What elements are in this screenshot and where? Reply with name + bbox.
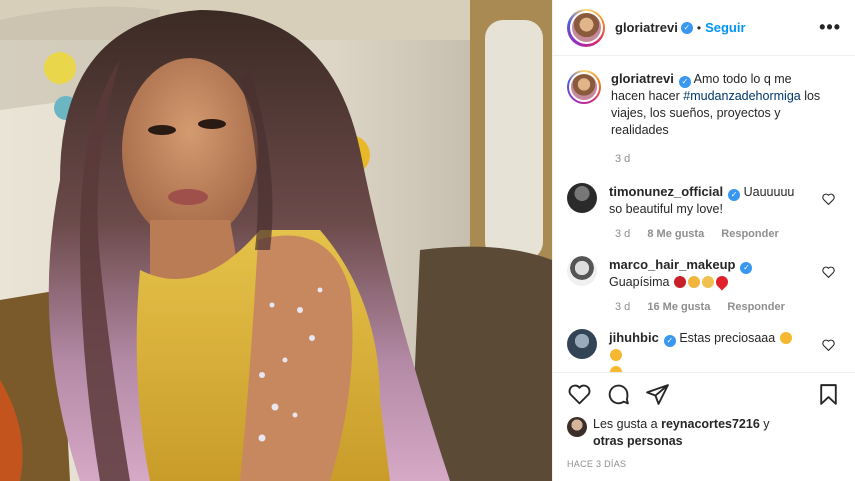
verified-badge-icon: ✓ [663,335,676,347]
separator-dot: • [696,20,702,35]
commenter-avatar[interactable] [567,329,597,359]
likes-conjunction: y [759,417,770,431]
comments-section: gloriatrevi ✓ Amo todo lo q me hacen hace… [553,56,855,372]
likes-prefix: Les gusta a [593,417,662,431]
author-avatar[interactable] [567,8,605,47]
verified-badge-icon: ✓ [728,189,741,201]
clap-emoji-icon [687,276,700,288]
comment-meta: 3 d 8 Me gusta Responder [615,228,839,240]
like-heart-icon[interactable] [567,382,592,407]
comment-bubble-icon[interactable] [606,382,631,407]
post-header: gloriatrevi ✓ • Seguir ••• [553,0,855,56]
follow-button[interactable]: Seguir [705,20,745,35]
comment-likes[interactable]: 8 Me gusta [647,228,704,240]
author-info: gloriatrevi ✓ • Seguir [615,20,746,35]
comment-text: marco_hair_makeup ✓ Guapísima [609,256,805,291]
comment-item: marco_hair_makeup ✓ Guapísima [567,256,839,291]
reply-button[interactable]: Responder [727,301,784,313]
caption: gloriatrevi ✓ Amo todo lo q me hacen hace… [567,70,839,139]
share-send-icon[interactable] [645,382,670,407]
comment-text: jihuhbic ✓ Estas preciosaaa [609,329,805,372]
instagram-post: gloriatrevi ✓ • Seguir ••• gloriatrevi ✓ … [0,0,855,481]
caption-avatar[interactable] [567,70,601,104]
caption-username[interactable]: gloriatrevi [611,71,674,86]
commenter-avatar[interactable] [567,183,597,213]
hashtag-link[interactable]: #mudanzadehormiga [683,89,800,103]
heart-eyes-emoji-icon [610,366,622,372]
comment-like-heart-icon[interactable] [822,339,835,351]
other-likers-link[interactable]: otras personas [593,434,683,448]
red-heart-emoji-icon [713,273,731,291]
heart-eyes-emoji-icon [779,332,792,344]
liker-avatar[interactable] [567,417,587,437]
comment-like-heart-icon[interactable] [822,193,835,205]
action-bar [553,372,855,416]
comment-username[interactable]: timonunez_official [609,184,723,199]
comment-item: timonunez_official ✓ Uauuuuu so beautiful… [567,183,839,218]
verified-badge-icon: ✓ [678,76,691,88]
author-username[interactable]: gloriatrevi [615,20,678,35]
post-age[interactable]: HACE 3 DÍAS [553,450,855,469]
comment-body: Estas preciosaaa [679,331,776,345]
verified-badge-icon: ✓ [680,21,693,34]
verified-badge-icon: ✓ [740,262,753,274]
post-image [0,0,552,481]
comment-time[interactable]: 3 d [615,228,630,240]
likes-text: Les gusta a reynacortes7216 y otras pers… [593,416,770,450]
comment-username[interactable]: jihuhbic [609,330,659,345]
comment-body: Guapísima [609,275,670,289]
likes-summary: Les gusta a reynacortes7216 y otras pers… [553,416,855,450]
comment-time[interactable]: 3 d [615,301,630,313]
caption-text: gloriatrevi ✓ Amo todo lo q me hacen hace… [611,70,821,139]
comment-meta: 3 d 16 Me gusta Responder [615,301,839,313]
comment-item: jihuhbic ✓ Estas preciosaaa [567,329,839,372]
commenter-avatar[interactable] [567,256,597,286]
comment-like-heart-icon[interactable] [822,266,835,278]
comment-username[interactable]: marco_hair_makeup [609,257,735,272]
more-options-icon[interactable]: ••• [819,17,841,38]
comment-likes[interactable]: 16 Me gusta [647,301,710,313]
liker-username[interactable]: reynacortes7216 [661,417,760,431]
caption-meta: 3 d [615,153,839,165]
rose-emoji-icon [673,276,686,288]
heart-eyes-emoji-icon [610,349,622,361]
caption-time[interactable]: 3 d [615,153,630,165]
reply-button[interactable]: Responder [721,228,778,240]
save-bookmark-icon[interactable] [816,382,841,407]
pray-emoji-icon [701,276,714,288]
comment-text: timonunez_official ✓ Uauuuuu so beautiful… [609,183,805,218]
post-photo[interactable] [0,0,552,481]
post-sidebar: gloriatrevi ✓ • Seguir ••• gloriatrevi ✓ … [552,0,855,481]
